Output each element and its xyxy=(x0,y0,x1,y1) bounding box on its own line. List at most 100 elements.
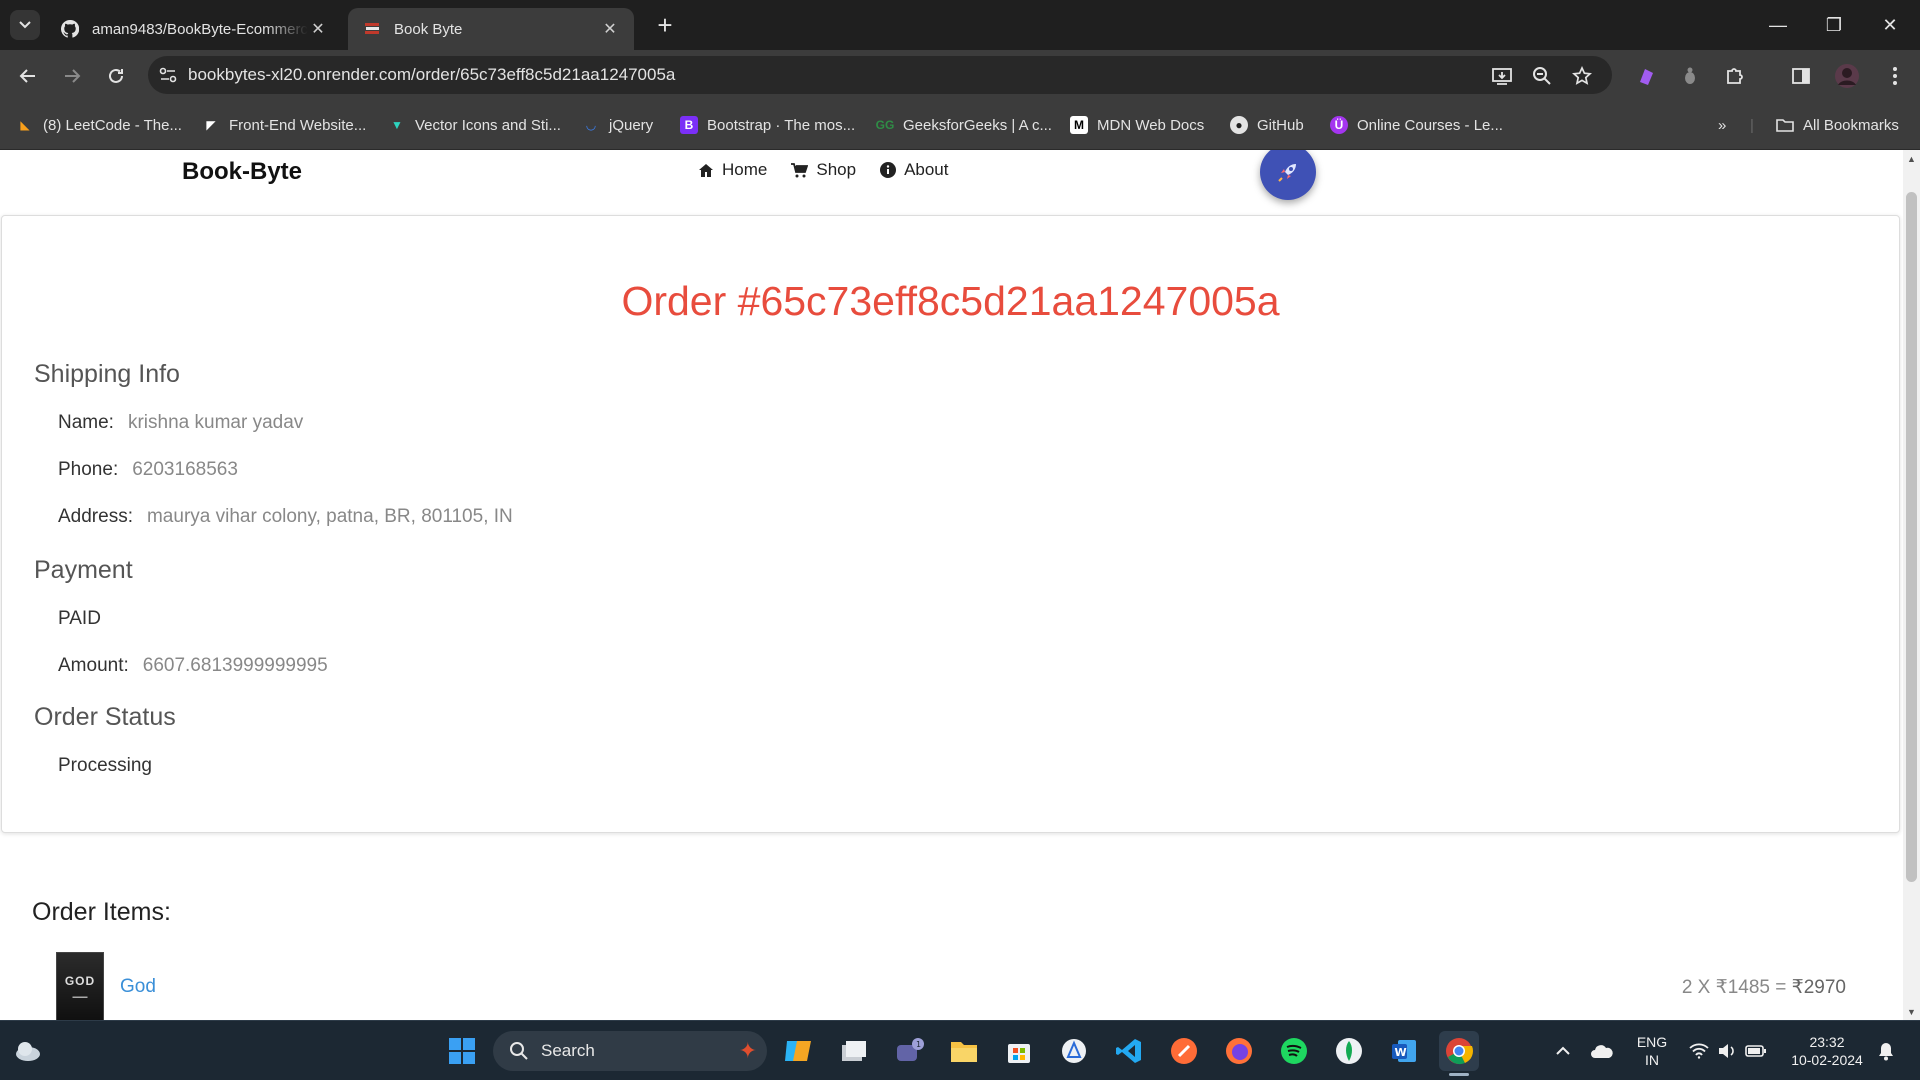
input-language[interactable]: ENG IN xyxy=(1628,1033,1676,1069)
jquery-icon: ◡ xyxy=(586,118,596,132)
notifications-bell-icon[interactable] xyxy=(1866,1031,1906,1071)
task-view-icon[interactable] xyxy=(834,1031,874,1071)
shipping-phone-row: Phone: 6203168563 xyxy=(58,459,238,481)
profile-avatar[interactable] xyxy=(1834,63,1860,89)
nav-links: Home Shop About xyxy=(698,160,949,180)
start-menu-icon[interactable] xyxy=(442,1031,482,1071)
rocket-icon xyxy=(1278,164,1296,182)
weather-widget-icon[interactable] xyxy=(8,1031,48,1071)
bookmark-leetcode[interactable]: ◣ (8) LeetCode - The... xyxy=(16,113,182,137)
vscode-icon[interactable] xyxy=(1109,1031,1149,1071)
taskbar-search[interactable]: Search ✦ xyxy=(493,1031,767,1071)
amount-value: 6607.6813999999995 xyxy=(142,655,328,676)
order-item-name-link[interactable]: God xyxy=(120,976,156,998)
nav-about-label: About xyxy=(904,160,949,179)
browser-tab-github[interactable]: aman9483/BookByte-Ecommerce ✕ xyxy=(46,8,342,50)
bookmarks-bar: ◣ (8) LeetCode - The... ◤ Front-End Webs… xyxy=(0,100,1920,150)
postman-icon[interactable] xyxy=(1164,1031,1204,1071)
github-icon: ● xyxy=(1230,116,1248,134)
nav-shop[interactable]: Shop xyxy=(791,160,856,180)
restore-icon[interactable]: ❐ xyxy=(1806,0,1862,50)
page-scrollbar[interactable]: ▲ ▼ xyxy=(1903,150,1920,1020)
file-explorer-icon[interactable] xyxy=(944,1031,984,1071)
svg-text:W: W xyxy=(1395,1046,1407,1059)
mdn-icon: M xyxy=(1070,116,1088,134)
bookmark-frontend[interactable]: ◤ Front-End Website... xyxy=(202,113,366,137)
bookmark-geeksforgeeks[interactable]: GG GeeksforGeeks | A c... xyxy=(876,113,1052,137)
clock-time: 23:32 xyxy=(1809,1034,1845,1050)
back-icon[interactable] xyxy=(12,60,44,92)
scroll-down-icon[interactable]: ▼ xyxy=(1903,1003,1920,1020)
tab-title: aman9483/BookByte-Ecommerce xyxy=(92,20,308,38)
close-icon[interactable]: ✕ xyxy=(308,19,328,39)
extension-purple-icon[interactable] xyxy=(1633,63,1659,89)
menu-kebab-icon[interactable] xyxy=(1882,63,1908,89)
more-bookmarks-icon[interactable]: » xyxy=(1718,113,1726,137)
browser-tab-bookbyte[interactable]: Book Byte ✕ xyxy=(348,8,634,50)
scroll-up-icon[interactable]: ▲ xyxy=(1903,150,1920,167)
site-info-icon[interactable] xyxy=(148,67,188,83)
reload-icon[interactable] xyxy=(100,60,132,92)
payment-amount-row: Amount: 6607.6813999999995 xyxy=(58,655,328,677)
order-title: Order #65c73eff8c5d21aa1247005a xyxy=(621,278,1280,324)
bookmark-mdn[interactable]: M MDN Web Docs xyxy=(1070,113,1204,137)
tab-title: Book Byte xyxy=(394,20,463,38)
all-bookmarks-label: All Bookmarks xyxy=(1803,116,1899,134)
language-code: ENG xyxy=(1636,1034,1668,1050)
bookmark-jquery[interactable]: ◡ jQuery xyxy=(582,113,653,137)
bookmark-label: GitHub xyxy=(1257,116,1304,134)
github-icon xyxy=(60,19,80,39)
name-label: Name: xyxy=(58,412,114,433)
order-item-subtotal: ₹2970 xyxy=(1791,977,1846,998)
tray-overflow-icon[interactable] xyxy=(1543,1031,1583,1071)
close-icon[interactable]: ✕ xyxy=(600,19,620,39)
zoom-icon[interactable] xyxy=(1530,64,1554,88)
new-tab-button[interactable]: + xyxy=(650,10,680,40)
bookmark-star-icon[interactable] xyxy=(1570,64,1594,88)
teams-icon[interactable]: 1 xyxy=(889,1031,929,1071)
spotify-icon[interactable] xyxy=(1274,1031,1314,1071)
nav-about[interactable]: About xyxy=(880,160,949,180)
order-details-card: Order #65c73eff8c5d21aa1247005a Shipping… xyxy=(1,215,1900,833)
bookmark-udemy[interactable]: Ü Online Courses - Le... xyxy=(1330,113,1503,137)
svg-text:1: 1 xyxy=(916,1040,921,1049)
book-cover-image: GOD ▬▬▬ xyxy=(56,952,104,1020)
minimize-icon[interactable]: — xyxy=(1750,0,1806,50)
tab-search-button[interactable] xyxy=(10,10,40,40)
firefox-icon[interactable] xyxy=(1219,1031,1259,1071)
microsoft-store-icon[interactable] xyxy=(999,1031,1039,1071)
nav-home-label: Home xyxy=(722,160,768,179)
copilot-app-icon[interactable] xyxy=(778,1031,818,1071)
bootstrap-icon: B xyxy=(680,116,698,134)
book-cover-deco: ▬▬▬ xyxy=(72,994,88,1000)
install-app-icon[interactable] xyxy=(1490,64,1514,88)
forward-icon[interactable] xyxy=(56,60,88,92)
onedrive-icon[interactable] xyxy=(1582,1031,1622,1071)
nav-home[interactable]: Home xyxy=(698,160,767,180)
extension-grey-icon[interactable] xyxy=(1677,63,1703,89)
app-icon-circle[interactable] xyxy=(1054,1031,1094,1071)
bookmark-github[interactable]: ● GitHub xyxy=(1230,113,1304,137)
mongodb-compass-icon[interactable] xyxy=(1329,1031,1369,1071)
chrome-icon[interactable] xyxy=(1439,1031,1479,1071)
address-label: Address: xyxy=(58,506,133,527)
bookmark-label: (8) LeetCode - The... xyxy=(43,116,182,134)
close-window-icon[interactable]: ✕ xyxy=(1862,0,1918,50)
bookmark-vector-icons[interactable]: ▼ Vector Icons and Sti... xyxy=(388,113,561,137)
quick-settings[interactable] xyxy=(1678,1031,1778,1071)
chevron-down-icon xyxy=(19,21,31,29)
clock[interactable]: 23:32 10-02-2024 xyxy=(1780,1033,1874,1069)
scrollbar-thumb[interactable] xyxy=(1906,192,1917,882)
extensions-puzzle-icon[interactable] xyxy=(1722,63,1748,89)
brand-logo[interactable]: Book-Byte xyxy=(182,158,302,186)
word-icon[interactable]: W xyxy=(1384,1031,1424,1071)
bookmark-bootstrap[interactable]: B Bootstrap · The mos... xyxy=(680,113,855,137)
udemy-icon: Ü xyxy=(1330,116,1348,134)
all-bookmarks[interactable]: All Bookmarks xyxy=(1776,113,1899,137)
address-bar[interactable]: bookbytes-xl20.onrender.com/order/65c73e… xyxy=(148,56,1612,94)
side-panel-icon[interactable] xyxy=(1788,63,1814,89)
book-cover-text: GOD xyxy=(64,974,96,988)
bookmark-label: GeeksforGeeks | A c... xyxy=(903,116,1052,134)
volume-icon xyxy=(1719,1044,1734,1058)
rocket-fab-button[interactable] xyxy=(1260,150,1316,200)
